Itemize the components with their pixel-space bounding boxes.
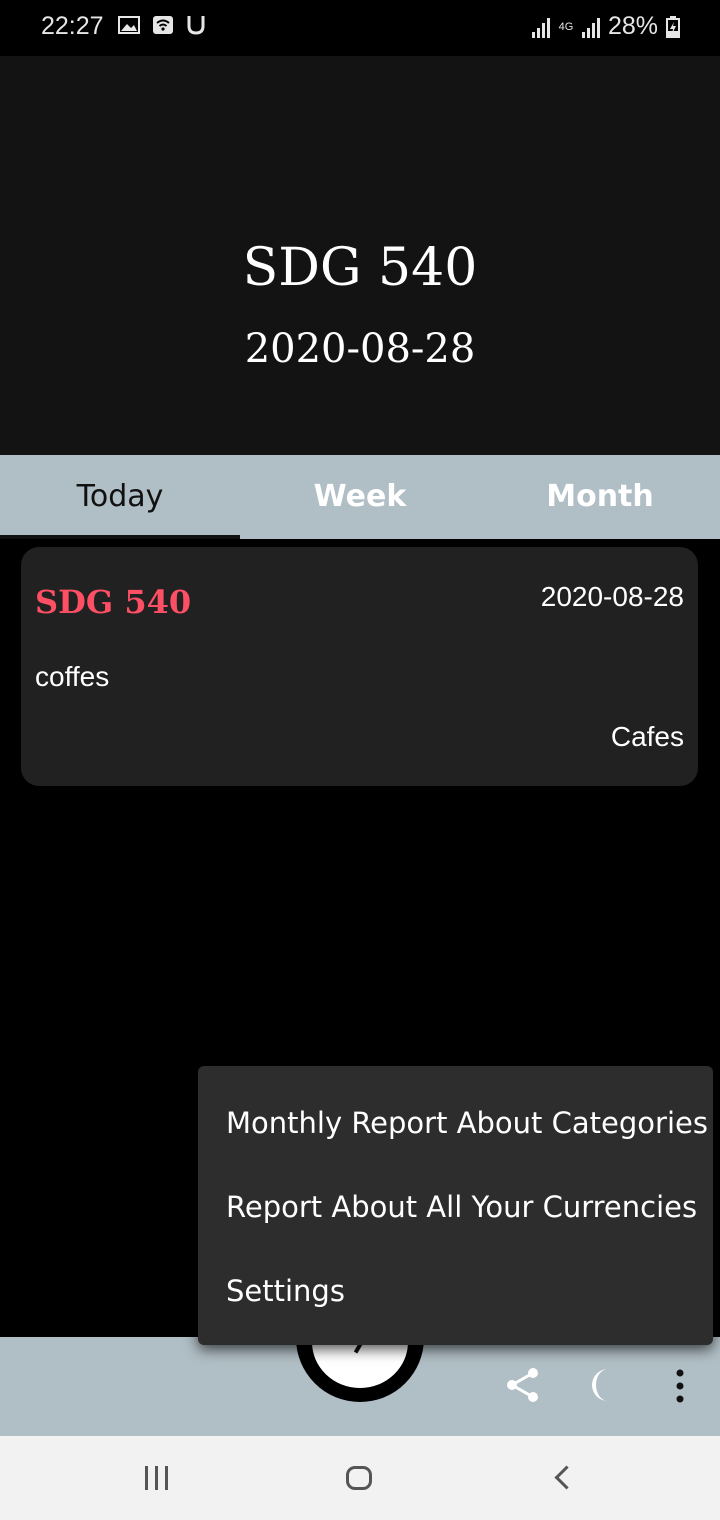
expense-category: Cafes xyxy=(610,721,684,752)
tab-week[interactable]: Week xyxy=(240,455,480,539)
tab-today[interactable]: Today xyxy=(0,455,240,539)
moon-icon[interactable] xyxy=(584,1366,622,1404)
more-vert-icon[interactable] xyxy=(664,1366,696,1406)
menu-item-monthly-report[interactable]: Monthly Report About Categories xyxy=(226,1106,708,1140)
expense-card[interactable]: SDG 540 2020-08-28 coffes Cafes xyxy=(21,547,698,786)
total-amount: SDG 540 xyxy=(242,238,478,298)
header-date: 2020-08-28 xyxy=(244,326,476,372)
recents-icon[interactable] xyxy=(145,1466,168,1490)
period-tabs: Today Week Month xyxy=(0,455,720,539)
expense-description: coffes xyxy=(35,661,110,692)
signal-icon xyxy=(531,16,550,38)
battery-percent: 28% xyxy=(607,12,658,40)
menu-item-currencies-report[interactable]: Report About All Your Currencies xyxy=(226,1190,697,1224)
signal-icon xyxy=(581,16,600,38)
battery-charging-icon xyxy=(666,15,680,38)
status-time: 22:27 xyxy=(41,12,104,40)
expense-date: 2020-08-28 xyxy=(540,581,684,612)
home-icon[interactable] xyxy=(346,1466,372,1490)
image-icon xyxy=(118,16,140,34)
status-bar: 22:27 4G 28% xyxy=(0,0,720,56)
overflow-menu: Monthly Report About Categories Report A… xyxy=(198,1066,713,1345)
tab-month[interactable]: Month xyxy=(480,455,720,539)
share-icon[interactable] xyxy=(504,1366,542,1404)
status-system-icons: 4G 28% xyxy=(531,12,680,41)
wifi-icon xyxy=(153,16,173,34)
menu-item-settings[interactable]: Settings xyxy=(226,1274,345,1308)
status-notification-icons xyxy=(118,14,206,36)
summary-header: SDG 540 2020-08-28 xyxy=(0,56,720,455)
expense-amount: SDG 540 xyxy=(35,583,192,621)
u-icon xyxy=(187,16,205,35)
network-type: 4G xyxy=(558,20,574,33)
